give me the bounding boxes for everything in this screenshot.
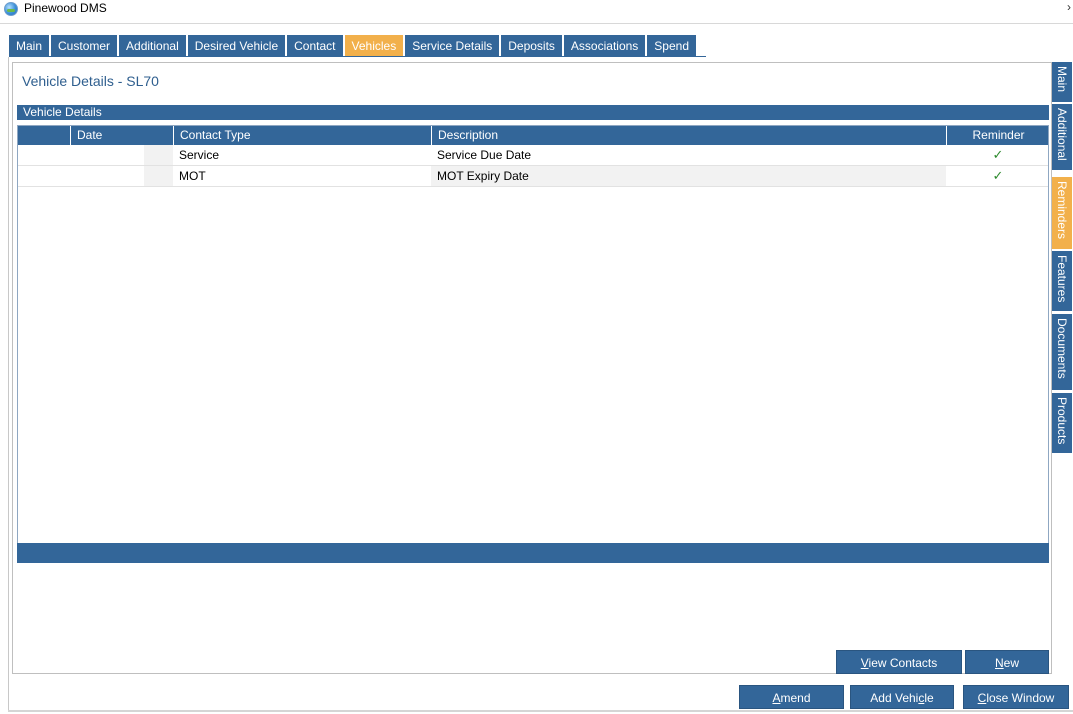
cell-date bbox=[64, 166, 144, 186]
check-icon: ✓ bbox=[992, 168, 1004, 183]
side-tab-products-label: Products bbox=[1055, 397, 1069, 445]
amend-label: mend bbox=[780, 691, 811, 705]
column-header-reminder[interactable]: Reminder bbox=[946, 126, 1048, 145]
window-title: Pinewood DMS bbox=[24, 1, 107, 15]
reminders-grid: Date Contact Type Description Reminder S… bbox=[17, 125, 1049, 563]
window-frame-bottom bbox=[8, 710, 1073, 712]
add-vehicle-button[interactable]: Add Vehicle bbox=[850, 685, 954, 709]
side-tab-main-label: Main bbox=[1055, 66, 1069, 93]
top-tab-bar: Main Customer Additional Desired Vehicle… bbox=[9, 35, 698, 57]
view-contacts-accel: V bbox=[860, 656, 869, 670]
view-contacts-button[interactable]: View Contacts bbox=[836, 650, 962, 674]
close-window-accel: C bbox=[977, 691, 987, 705]
side-tab-reminders[interactable]: Reminders bbox=[1052, 177, 1072, 249]
cell-contact-type: MOT bbox=[179, 169, 206, 183]
tab-deposits[interactable]: Deposits bbox=[501, 35, 564, 57]
add-vehicle-label-end: le bbox=[924, 691, 934, 705]
vehicle-details-panel: Vehicle Details - SL70 Vehicle Details D… bbox=[12, 62, 1052, 674]
side-tab-documents-label: Documents bbox=[1055, 318, 1069, 379]
side-tab-additional[interactable]: Additional bbox=[1052, 104, 1072, 170]
tab-additional[interactable]: Additional bbox=[119, 35, 188, 57]
cell-contact-type: Service bbox=[179, 148, 220, 162]
tab-contact[interactable]: Contact bbox=[287, 35, 345, 57]
close-window-label: lose Window bbox=[986, 691, 1055, 705]
tab-spend[interactable]: Spend bbox=[647, 35, 698, 57]
amend-button[interactable]: Amend bbox=[739, 685, 844, 709]
column-header-contact-type[interactable]: Contact Type bbox=[173, 126, 431, 145]
page-title: Vehicle Details - SL70 bbox=[22, 73, 159, 89]
add-vehicle-label-start: Add Vehi bbox=[870, 691, 919, 705]
grid-footer bbox=[17, 543, 1049, 563]
table-row[interactable]: MOT MOT Expiry Date ✓ bbox=[18, 166, 1048, 187]
side-tab-main[interactable]: Main bbox=[1052, 62, 1072, 102]
chevron-right-icon[interactable]: › bbox=[1067, 0, 1071, 14]
tab-vehicles[interactable]: Vehicles bbox=[344, 35, 406, 57]
tab-bar-underline bbox=[9, 56, 706, 57]
close-window-button[interactable]: Close Window bbox=[963, 685, 1069, 709]
side-tab-reminders-label: Reminders bbox=[1055, 181, 1069, 240]
title-bar: Pinewood DMS › bbox=[0, 0, 1073, 24]
side-tab-additional-label: Additional bbox=[1055, 108, 1069, 161]
tab-service-details[interactable]: Service Details bbox=[405, 35, 502, 57]
grid-header: Date Contact Type Description Reminder bbox=[18, 126, 1048, 145]
cell-spacer bbox=[144, 145, 173, 165]
cell-description: Service Due Date bbox=[437, 148, 532, 162]
cell-description: MOT Expiry Date bbox=[437, 169, 529, 183]
section-header: Vehicle Details bbox=[17, 105, 1049, 120]
new-button[interactable]: New bbox=[965, 650, 1049, 674]
tab-desired-vehicle[interactable]: Desired Vehicle bbox=[187, 35, 288, 57]
tab-main[interactable]: Main bbox=[9, 35, 52, 57]
side-tab-documents[interactable]: Documents bbox=[1052, 314, 1072, 390]
check-icon: ✓ bbox=[992, 147, 1004, 162]
tab-customer[interactable]: Customer bbox=[51, 35, 120, 57]
tab-associations[interactable]: Associations bbox=[563, 35, 648, 57]
new-accel: N bbox=[994, 656, 1004, 670]
app-globe-icon bbox=[4, 2, 18, 16]
side-tab-features[interactable]: Features bbox=[1052, 251, 1072, 311]
table-row[interactable]: Service Service Due Date ✓ bbox=[18, 145, 1048, 166]
view-contacts-label: iew Contacts bbox=[868, 656, 938, 670]
column-header-description[interactable]: Description bbox=[431, 126, 946, 145]
cell-spacer bbox=[144, 166, 173, 186]
cell-date bbox=[64, 145, 144, 165]
side-tab-products[interactable]: Products bbox=[1052, 393, 1072, 453]
new-label: ew bbox=[1003, 656, 1019, 670]
column-header-date[interactable]: Date bbox=[70, 126, 173, 145]
side-tab-features-label: Features bbox=[1055, 255, 1069, 303]
